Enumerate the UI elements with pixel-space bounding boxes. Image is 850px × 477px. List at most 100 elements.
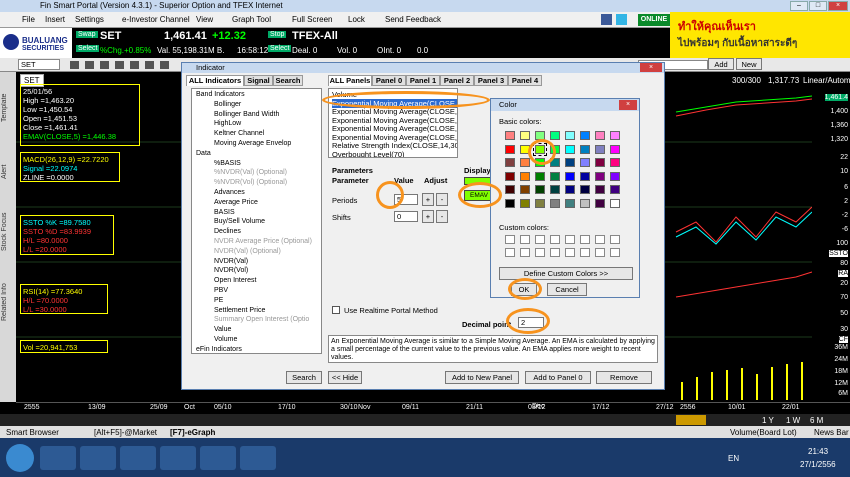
tab-panel-2[interactable]: Panel 2 <box>440 75 474 86</box>
period-6m[interactable]: 6 M <box>810 416 823 425</box>
custom-color-swatch[interactable] <box>565 248 575 257</box>
custom-color-swatch[interactable] <box>535 248 545 257</box>
tab-related-info[interactable]: Related Info <box>1 272 15 332</box>
custom-color-swatch[interactable] <box>580 235 590 244</box>
cancel-button[interactable]: Cancel <box>547 283 587 296</box>
indicator-tree-item[interactable]: %BASIS <box>214 160 241 167</box>
color-swatch[interactable] <box>505 158 515 167</box>
indicator-tree-item[interactable]: Volume <box>214 336 237 343</box>
color-swatch[interactable] <box>565 144 575 154</box>
custom-color-swatch[interactable] <box>520 235 530 244</box>
indicator-tree-group[interactable]: eFin Indicators <box>196 346 242 353</box>
custom-color-swatch[interactable] <box>610 248 620 257</box>
dialog-close-button[interactable]: × <box>640 63 662 72</box>
tab-template[interactable]: Template <box>1 80 15 136</box>
add-to-panel-0-button[interactable]: Add to Panel 0 <box>525 371 591 384</box>
custom-color-swatch[interactable] <box>505 248 515 257</box>
color-swatch[interactable] <box>610 144 620 154</box>
color-swatch[interactable] <box>580 131 590 140</box>
add-button[interactable]: Add <box>708 58 734 70</box>
indicator-tree-item[interactable]: %NVDR(Val) (Optional) <box>214 169 287 176</box>
shifts-input[interactable]: 0 <box>394 211 418 222</box>
indicator-tree-item[interactable]: Moving Average Envelop <box>214 140 291 147</box>
indicator-tree[interactable]: Band Indicators Bollinger Bollinger Band W… <box>191 88 322 354</box>
color-dialog-close-button[interactable]: × <box>619 100 637 110</box>
color-swatch[interactable] <box>505 171 515 181</box>
tab-panel-4[interactable]: Panel 4 <box>508 75 542 86</box>
custom-color-swatch[interactable] <box>505 235 515 244</box>
shifts-minus-button[interactable]: - <box>436 210 448 223</box>
news-bar[interactable]: News Bar <box>814 428 849 437</box>
color-swatch[interactable] <box>580 171 590 181</box>
search-button[interactable]: Search <box>286 371 322 384</box>
color-swatch[interactable] <box>520 158 530 167</box>
stop-button[interactable]: Stop <box>268 31 287 38</box>
chrome-icon[interactable] <box>120 446 156 470</box>
color-swatch[interactable] <box>505 185 515 194</box>
indicator-tree-item[interactable]: Average Price <box>214 199 258 206</box>
indicator-tree-item[interactable]: NVDR Average Price (Optional) <box>214 238 312 245</box>
add-to-new-panel-button[interactable]: Add to New Panel <box>445 371 519 384</box>
color-swatch[interactable] <box>610 131 620 140</box>
indicator-tree-item[interactable]: NVDR(Val) <box>214 258 248 265</box>
indicator-tree-group[interactable]: Data <box>196 150 211 157</box>
language-indicator[interactable]: EN <box>728 454 739 463</box>
ie-icon[interactable] <box>40 446 76 470</box>
indicator-tree-item[interactable]: NVDR(Val) (Optional) <box>214 248 281 255</box>
facebook-icon[interactable] <box>601 14 612 25</box>
menu-settings[interactable]: Settings <box>75 15 104 24</box>
period-1y[interactable]: 1 Y <box>762 416 774 425</box>
color-swatch[interactable] <box>565 198 575 208</box>
tab-panel-3[interactable]: Panel 3 <box>474 75 508 86</box>
color-swatch[interactable] <box>550 131 560 140</box>
color-swatch[interactable] <box>580 144 590 154</box>
tab-egraph[interactable]: [F7]-eGraph <box>170 428 215 437</box>
color-swatch[interactable] <box>595 185 605 194</box>
indicator-tree-item[interactable]: Keltner Channel <box>214 130 264 137</box>
realtime-checkbox[interactable] <box>332 306 340 314</box>
tab-market[interactable]: [Alt+F5]-@Market <box>94 428 157 437</box>
periods-minus-button[interactable]: - <box>436 193 448 206</box>
hide-button[interactable]: << Hide <box>328 371 362 384</box>
indicator-tree-item[interactable]: Advances <box>214 189 245 196</box>
color-swatch[interactable] <box>580 158 590 167</box>
menu-file[interactable]: File <box>22 15 35 24</box>
indicator-tree-item[interactable]: PE <box>214 297 223 304</box>
indicator-tree-group[interactable]: Band Indicators <box>196 91 245 98</box>
tab-all-panels[interactable]: ALL Panels <box>328 75 372 86</box>
indicator-tree-item[interactable]: BASIS <box>214 209 235 216</box>
tab-search[interactable]: Search <box>273 75 303 86</box>
maximize-button[interactable]: □ <box>809 1 827 11</box>
menu-e-investor[interactable]: e-Investor Channel <box>122 15 190 24</box>
close-button[interactable]: × <box>828 1 848 11</box>
menu-graph-tool[interactable]: Graph Tool <box>232 15 271 24</box>
tool-icon[interactable] <box>130 61 139 69</box>
color-swatch[interactable] <box>520 171 530 181</box>
tab-signal[interactable]: Signal <box>244 75 273 86</box>
indicator-tree-item[interactable]: %NVDR(Vol) (Optional) <box>214 179 287 186</box>
indicator-tree-item[interactable]: PBV <box>214 287 228 294</box>
indicator-tree-item[interactable]: Value <box>214 326 231 333</box>
mail-icon[interactable] <box>200 446 236 470</box>
tab-stock-focus[interactable]: Stock Focus <box>1 202 15 262</box>
custom-color-swatch[interactable] <box>595 248 605 257</box>
explorer-icon[interactable] <box>80 446 116 470</box>
new-button[interactable]: New <box>736 58 762 70</box>
color-swatch[interactable] <box>580 185 590 194</box>
indicator-tree-item[interactable]: Declines <box>214 228 241 235</box>
start-button-icon[interactable] <box>6 444 34 472</box>
color-swatch[interactable] <box>595 158 605 167</box>
shifts-plus-button[interactable]: + <box>422 210 434 223</box>
menu-view[interactable]: View <box>196 15 213 24</box>
remove-button[interactable]: Remove <box>596 371 652 384</box>
custom-color-swatch[interactable] <box>580 248 590 257</box>
color-swatch[interactable] <box>595 198 605 208</box>
indicator-tree-item[interactable]: Summary Open Interest (Optio <box>214 316 309 323</box>
tool-icon[interactable] <box>85 61 94 69</box>
panel-list-item[interactable]: Overbought Level(70) <box>332 150 405 158</box>
menu-lock[interactable]: Lock <box>348 15 365 24</box>
indicator-tree-item[interactable]: Buy/Sell Volume <box>214 218 265 225</box>
color-swatch[interactable] <box>505 144 515 154</box>
indicator-tree-item[interactable]: NVDR(Vol) <box>214 267 248 274</box>
menu-send-feedback[interactable]: Send Feedback <box>385 15 441 24</box>
